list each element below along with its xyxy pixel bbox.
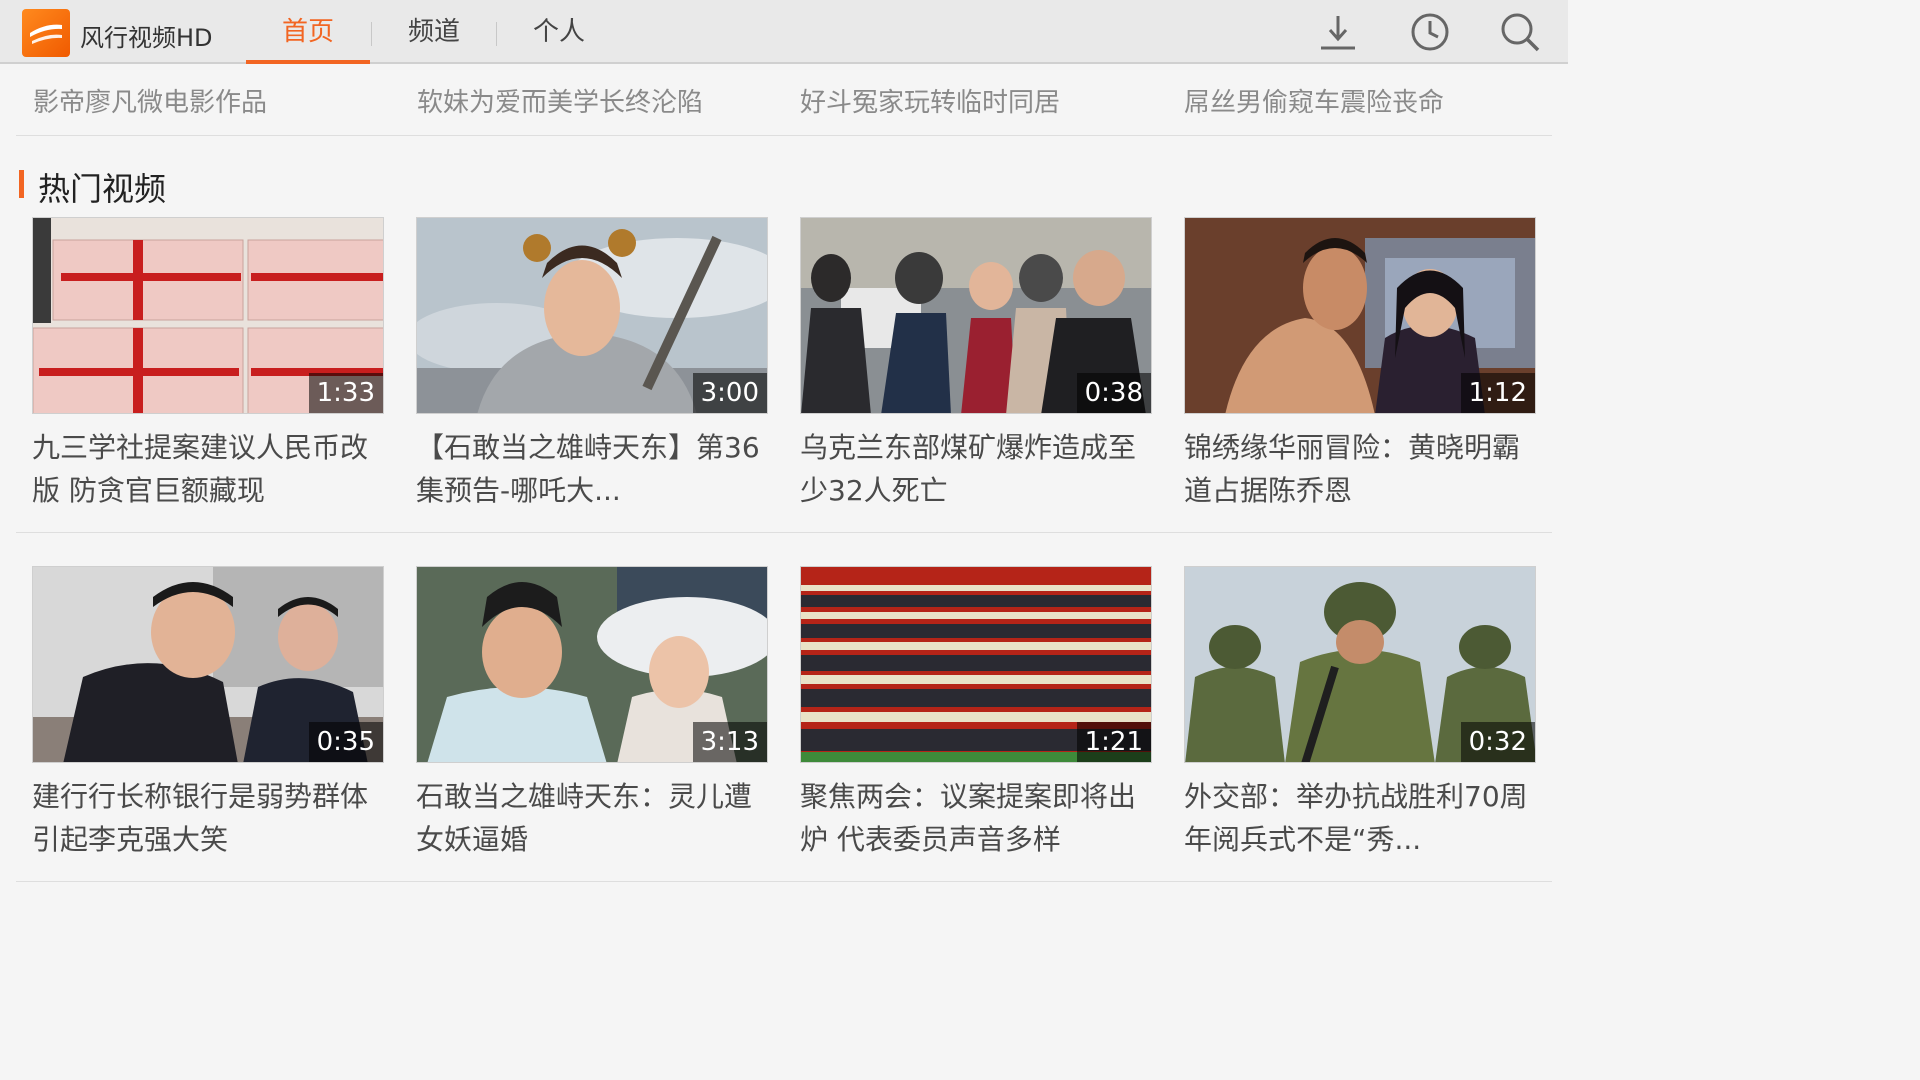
video-duration: 1:12 bbox=[1460, 373, 1535, 413]
video-title[interactable]: 锦绣缘华丽冒险：黄晓明霸道占据陈乔恩 bbox=[1184, 426, 1536, 512]
search-icon[interactable] bbox=[1500, 12, 1540, 52]
video-card[interactable]: 0:38 乌克兰东部煤矿爆炸造成至少32人死亡 bbox=[800, 217, 1152, 512]
section-title: 热门视频 bbox=[38, 170, 167, 208]
video-title[interactable]: 石敢当之雄峙天东：灵儿遭女妖逼婚 bbox=[416, 775, 768, 861]
video-card[interactable]: 1:33 九三学社提案建议人民币改版 防贪官巨额藏现 bbox=[32, 217, 384, 512]
top-link[interactable]: 影帝廖凡微电影作品 bbox=[33, 82, 267, 119]
video-title[interactable]: 九三学社提案建议人民币改版 防贪官巨额藏现 bbox=[32, 426, 384, 512]
divider bbox=[16, 135, 1552, 136]
top-bar: 风行视频HD 首页 频道 个人 bbox=[0, 0, 1568, 64]
history-icon[interactable] bbox=[1410, 12, 1450, 52]
video-thumbnail[interactable]: 1:21 bbox=[800, 566, 1152, 763]
video-duration: 0:35 bbox=[308, 722, 383, 762]
video-card[interactable]: 0:32 外交部：举办抗战胜利70周年阅兵式不是“秀... bbox=[1184, 566, 1536, 861]
video-duration: 3:00 bbox=[692, 373, 767, 413]
video-card[interactable]: 3:13 石敢当之雄峙天东：灵儿遭女妖逼婚 bbox=[416, 566, 768, 861]
video-card[interactable]: 3:00 【石敢当之雄峙天东】第36集预告-哪吒大... bbox=[416, 217, 768, 512]
tab-personal[interactable]: 个人 bbox=[497, 14, 621, 64]
video-card[interactable]: 0:35 建行行长称银行是弱势群体 引起李克强大笑 bbox=[32, 566, 384, 861]
video-title[interactable]: 建行行长称银行是弱势群体 引起李克强大笑 bbox=[32, 775, 384, 861]
video-duration: 0:32 bbox=[1460, 722, 1535, 762]
video-duration: 1:21 bbox=[1076, 722, 1151, 762]
divider bbox=[16, 881, 1552, 882]
video-duration: 1:33 bbox=[308, 373, 383, 413]
video-thumbnail[interactable]: 0:32 bbox=[1184, 566, 1536, 763]
video-thumbnail[interactable]: 3:00 bbox=[416, 217, 768, 414]
video-title[interactable]: 聚焦两会：议案提案即将出炉 代表委员声音多样 bbox=[800, 775, 1152, 861]
app-name: 风行视频HD bbox=[80, 24, 213, 52]
top-link[interactable]: 屌丝男偷窥车震险丧命 bbox=[1184, 82, 1444, 119]
tab-channel[interactable]: 频道 bbox=[372, 14, 496, 64]
video-duration: 3:13 bbox=[692, 722, 767, 762]
video-card[interactable]: 1:12 锦绣缘华丽冒险：黄晓明霸道占据陈乔恩 bbox=[1184, 217, 1536, 512]
video-card[interactable]: 1:21 聚焦两会：议案提案即将出炉 代表委员声音多样 bbox=[800, 566, 1152, 861]
video-title[interactable]: 外交部：举办抗战胜利70周年阅兵式不是“秀... bbox=[1184, 775, 1536, 861]
divider bbox=[16, 532, 1552, 533]
top-link[interactable]: 软妹为爱而美学长终沦陷 bbox=[417, 82, 703, 119]
tab-home[interactable]: 首页 bbox=[246, 14, 370, 64]
section-accent-bar bbox=[19, 170, 24, 198]
top-link[interactable]: 好斗冤家玩转临时同居 bbox=[800, 82, 1060, 119]
video-thumbnail[interactable]: 0:35 bbox=[32, 566, 384, 763]
video-title[interactable]: 【石敢当之雄峙天东】第36集预告-哪吒大... bbox=[416, 426, 768, 512]
top-links-row: 影帝廖凡微电影作品 软妹为爱而美学长终沦陷 好斗冤家玩转临时同居 屌丝男偷窥车震… bbox=[0, 64, 1568, 136]
video-duration: 0:38 bbox=[1076, 373, 1151, 413]
video-title[interactable]: 乌克兰东部煤矿爆炸造成至少32人死亡 bbox=[800, 426, 1152, 512]
download-icon[interactable] bbox=[1318, 12, 1358, 52]
video-thumbnail[interactable]: 1:33 bbox=[32, 217, 384, 414]
app-logo-icon[interactable] bbox=[22, 9, 70, 57]
video-thumbnail[interactable]: 1:12 bbox=[1184, 217, 1536, 414]
video-thumbnail[interactable]: 0:38 bbox=[800, 217, 1152, 414]
video-thumbnail[interactable]: 3:13 bbox=[416, 566, 768, 763]
